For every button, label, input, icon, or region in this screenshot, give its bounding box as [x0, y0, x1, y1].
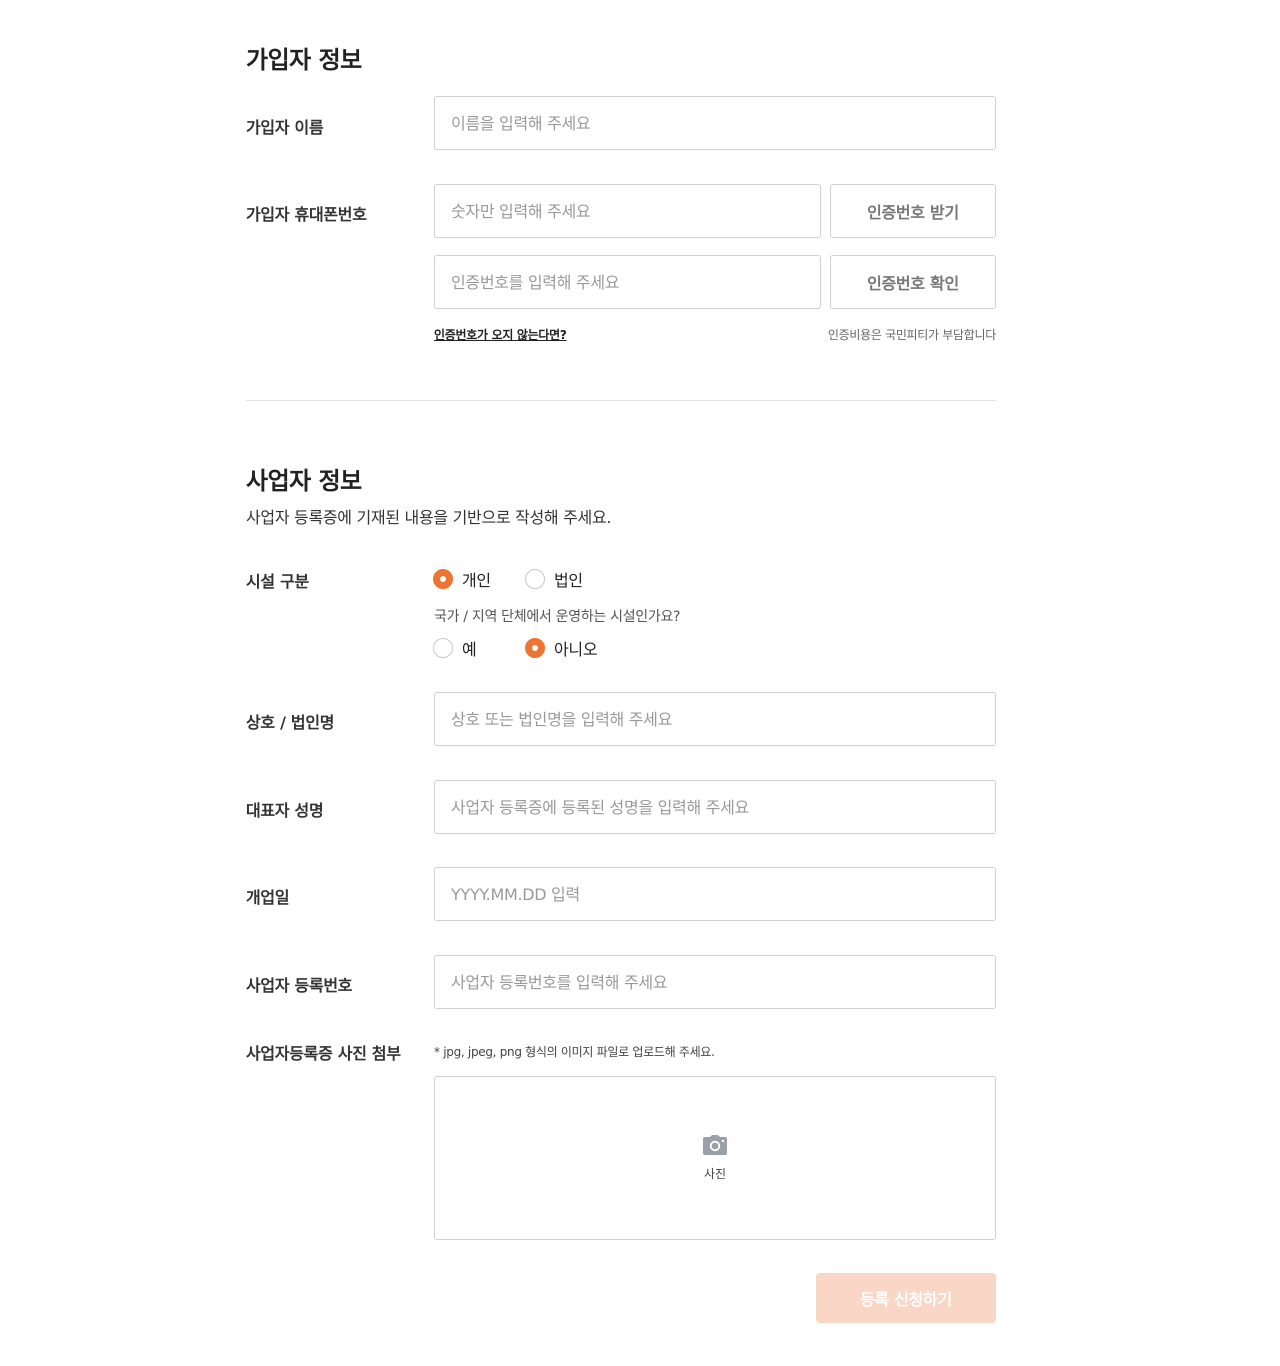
- public-option-label: 아니오: [554, 640, 598, 659]
- no-code-link[interactable]: 인증번호가 오지 않는다면?: [434, 326, 567, 343]
- verify-code-button[interactable]: 인증번호 확인: [830, 255, 996, 309]
- subscriber-name-input[interactable]: [434, 96, 996, 150]
- company-name-input[interactable]: [434, 692, 996, 746]
- submit-registration-button[interactable]: 등록 신청하기: [816, 1273, 996, 1323]
- photo-upload-label: 사진: [703, 1166, 727, 1181]
- subscriber-phone-label: 가입자 휴대폰번호: [246, 205, 367, 224]
- facility-type-label: 시설 구분: [246, 572, 309, 591]
- representative-label: 대표자 성명: [246, 801, 324, 820]
- public-radio-yes[interactable]: 예: [433, 636, 477, 660]
- facility-option-label: 개인: [462, 571, 491, 590]
- open-date-input[interactable]: [434, 867, 996, 921]
- registration-number-label: 사업자 등록번호: [246, 976, 353, 995]
- verification-code-input[interactable]: [434, 255, 821, 309]
- radio-unchecked-icon: [525, 569, 545, 589]
- representative-input[interactable]: [434, 780, 996, 834]
- photo-upload-area[interactable]: 사진: [434, 1076, 996, 1240]
- facility-radio-corporation[interactable]: 법인: [525, 567, 583, 591]
- facility-radio-individual[interactable]: 개인: [433, 567, 491, 591]
- business-section-description: 사업자 등록증에 기재된 내용을 기반으로 작성해 주세요.: [246, 508, 612, 527]
- get-code-button[interactable]: 인증번호 받기: [830, 184, 996, 238]
- business-section-title: 사업자 정보: [246, 467, 362, 495]
- radio-unchecked-icon: [433, 638, 453, 658]
- open-date-label: 개업일: [246, 888, 290, 907]
- radio-checked-icon: [525, 638, 545, 658]
- section-divider: [246, 400, 996, 401]
- subscriber-section-title: 가입자 정보: [246, 46, 362, 74]
- registration-number-input[interactable]: [434, 955, 996, 1009]
- photo-format-note: * jpg, jpeg, png 형식의 이미지 파일로 업로드해 주세요.: [434, 1045, 715, 1059]
- cost-note: 인증비용은 국민피티가 부담합니다: [827, 328, 996, 342]
- radio-checked-icon: [433, 569, 453, 589]
- facility-option-label: 법인: [554, 571, 583, 590]
- public-facility-question: 국가 / 지역 단체에서 운영하는 시설인가요?: [434, 609, 681, 625]
- camera-icon: [702, 1134, 728, 1159]
- company-name-label: 상호 / 법인명: [246, 713, 335, 732]
- public-option-label: 예: [462, 640, 477, 659]
- photo-attachment-label: 사업자등록증 사진 첨부: [246, 1044, 401, 1063]
- subscriber-name-label: 가입자 이름: [246, 118, 324, 137]
- subscriber-phone-input[interactable]: [434, 184, 821, 238]
- public-radio-no[interactable]: 아니오: [525, 636, 598, 660]
